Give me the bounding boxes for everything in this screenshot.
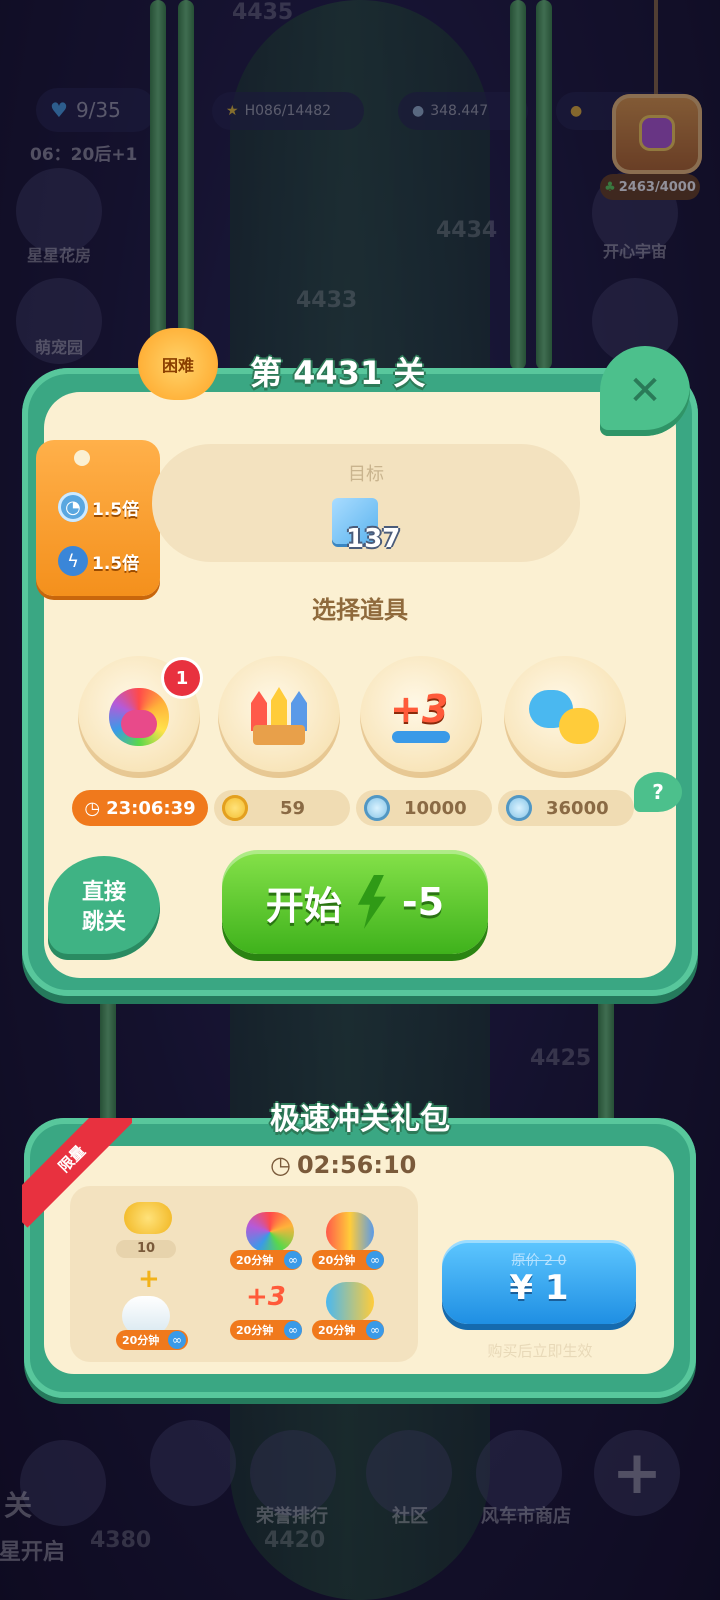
prop-count-badge: 1 (164, 660, 200, 696)
original-price: 原价 2 0 (511, 1253, 567, 1269)
gold-coin-icon (222, 795, 248, 821)
close-icon: ✕ (628, 368, 662, 414)
silver-coin-icon (506, 795, 532, 821)
rainbow-bird-icon (109, 688, 169, 746)
skip-level-button[interactable]: 直接 跳关 (48, 856, 160, 960)
boost-row: ◔ 1.5倍 (58, 492, 158, 522)
gift-pack-title: 极速冲关礼包 (270, 1102, 450, 1137)
plus-three-moves-icon: +3 (386, 687, 456, 747)
prop-timer: ◷ 23:06:39 (72, 790, 208, 826)
gift-pack-timer: ◷ 02:56:10 (270, 1151, 417, 1179)
rockets-icon (247, 687, 311, 747)
pets-icon (527, 686, 603, 748)
plus-icon: + (138, 1264, 160, 1294)
purchase-note: 购买后立即生效 (487, 1342, 593, 1360)
prop-price: 36000 (498, 790, 634, 826)
clock-icon: ◷ (84, 797, 101, 819)
clock-icon: ◷ (270, 1151, 291, 1179)
gold-coins-icon (124, 1202, 172, 1234)
difficulty-flower: 困难 (138, 328, 218, 400)
start-label: 开始 (265, 883, 342, 928)
close-button[interactable]: ✕ (600, 346, 690, 436)
skip-label: 直接 (81, 880, 126, 905)
prop-price: 10000 (356, 790, 492, 826)
boost-label: 1.5倍 (92, 499, 140, 520)
boost-label: 1.5倍 (92, 553, 140, 574)
plus-three-moves-icon: +3 (246, 1282, 286, 1312)
infinite-icon: ∞ (366, 1251, 384, 1269)
goal-label: 目标 (348, 464, 384, 485)
level-title: 第 4431 关 (250, 354, 426, 392)
energy-cost: -5 (401, 880, 445, 924)
pack-price: ¥ 1 (509, 1268, 569, 1308)
infinite-icon: ∞ (284, 1251, 302, 1269)
tag-hole (74, 450, 90, 466)
infinite-icon: ∞ (366, 1321, 384, 1339)
item-count: 10 (116, 1240, 176, 1258)
energy-icon (357, 875, 386, 929)
choose-props-title: 选择道具 (312, 596, 408, 624)
skip-label: 跳关 (81, 910, 126, 935)
energy-icon: ϟ (58, 546, 88, 576)
title-bar: 第 4431 关 (250, 348, 470, 396)
prop-price: 59 (214, 790, 350, 826)
prop-slot-plus-three[interactable]: +3 (360, 656, 482, 778)
help-button[interactable]: ? (634, 772, 682, 812)
goal-count: 137 (346, 524, 401, 554)
silver-coin-icon (364, 795, 390, 821)
infinite-icon: ∞ (284, 1321, 302, 1339)
coin-clock-icon: ◔ (58, 492, 88, 522)
prop-slot-pets[interactable] (504, 656, 626, 778)
infinite-icon: ∞ (168, 1331, 186, 1349)
prop-slot-rockets[interactable] (218, 656, 340, 778)
rockets-icon (326, 1212, 374, 1252)
rainbow-bird-icon (246, 1212, 294, 1252)
start-button[interactable]: 开始 -5 (222, 850, 488, 954)
boost-row: ϟ 1.5倍 (58, 546, 158, 576)
difficulty-label: 困难 (161, 356, 194, 375)
pets-icon (326, 1282, 374, 1322)
